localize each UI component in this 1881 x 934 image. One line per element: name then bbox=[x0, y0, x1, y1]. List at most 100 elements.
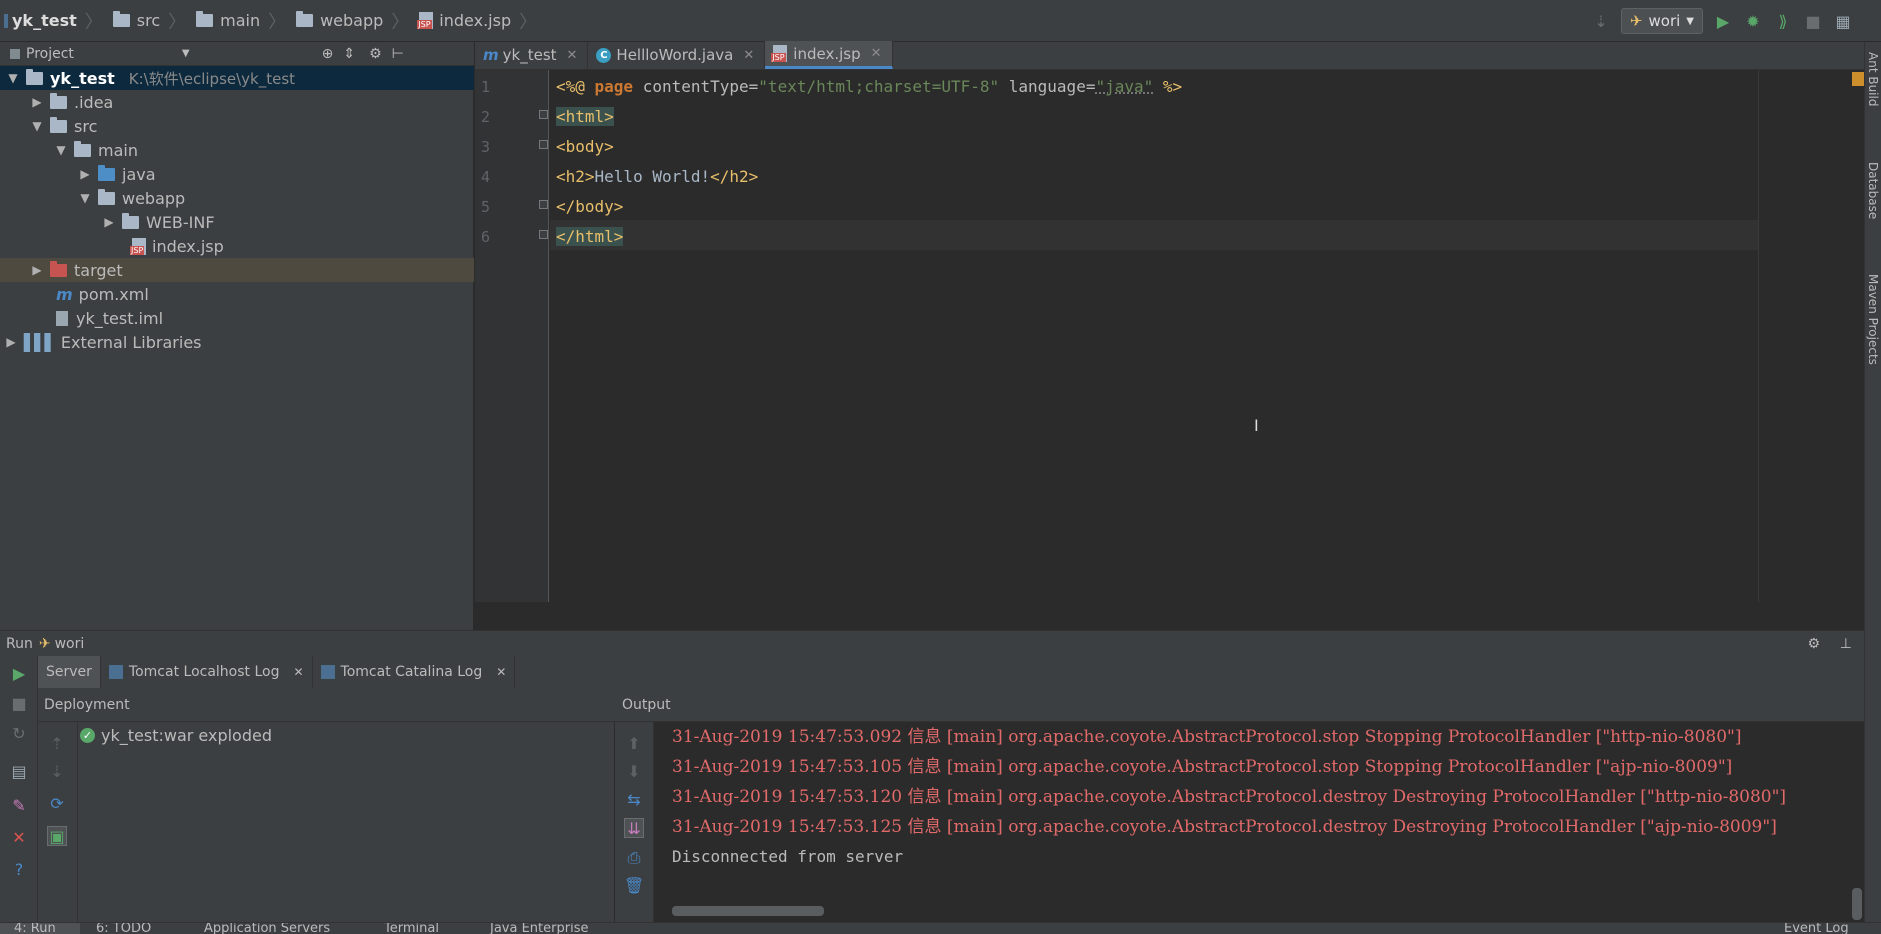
clear-all-icon[interactable]: 🗑 bbox=[624, 876, 644, 896]
tab-tomcat-localhost-log[interactable]: Tomcat Localhost Log ✕ bbox=[101, 656, 313, 688]
horizontal-scrollbar[interactable] bbox=[672, 906, 824, 916]
hide-panel-icon[interactable]: ⊥ bbox=[1840, 636, 1852, 652]
fold-marker-icon[interactable] bbox=[539, 200, 548, 209]
expand-arrow-icon[interactable]: ▶ bbox=[4, 335, 18, 349]
breadcrumb-yk-test[interactable]: yk_test 〉 bbox=[0, 0, 109, 42]
tool-run[interactable]: 4: Run bbox=[0, 923, 80, 934]
collapse-all-icon[interactable]: ⇕ bbox=[343, 46, 355, 62]
tree-item-external-libraries[interactable]: ▶ ▌▌▌ External Libraries bbox=[0, 330, 474, 354]
debug-icon[interactable]: ✹ bbox=[1743, 11, 1763, 31]
tab-index-jsp[interactable]: index.jsp ✕ bbox=[765, 41, 893, 69]
arrow-up-icon[interactable]: ⬆ bbox=[624, 734, 644, 754]
breadcrumb-src[interactable]: src 〉 bbox=[109, 0, 192, 42]
expand-arrow-icon[interactable]: ▼ bbox=[54, 143, 68, 157]
pin-icon[interactable]: ✎ bbox=[9, 796, 29, 816]
tree-item-webapp[interactable]: ▼ webapp bbox=[0, 186, 474, 210]
refresh-icon[interactable]: ⟳ bbox=[47, 794, 67, 814]
print-icon[interactable]: ⎙ bbox=[624, 848, 644, 868]
gear-icon[interactable]: ⚙ bbox=[369, 46, 382, 62]
code-line-5: </body> bbox=[556, 192, 623, 222]
breadcrumb-webapp[interactable]: webapp 〉 bbox=[292, 0, 415, 42]
tab-tomcat-catalina-log[interactable]: Tomcat Catalina Log ✕ bbox=[313, 656, 516, 688]
tool-ant-build[interactable]: Ant Build bbox=[1866, 52, 1880, 106]
scroll-to-end-icon[interactable]: ⇊ bbox=[624, 818, 644, 838]
deployment-toolbar: ⇡ ⇣ ⟳ ▣ bbox=[38, 722, 78, 922]
fold-marker-icon[interactable] bbox=[539, 140, 548, 149]
fold-marker-icon[interactable] bbox=[539, 110, 548, 119]
tree-item-yk-test[interactable]: ▼ yk_test K:\软件\eclipse\yk_test bbox=[0, 66, 474, 90]
tree-item-main[interactable]: ▼ main bbox=[0, 138, 474, 162]
module-icon bbox=[4, 13, 8, 28]
tool-database[interactable]: Database bbox=[1866, 162, 1880, 219]
line-number: 2 bbox=[481, 108, 491, 126]
attr-value: "java" bbox=[1095, 77, 1154, 96]
expand-arrow-icon[interactable]: ▶ bbox=[30, 263, 44, 277]
expand-arrow-icon[interactable]: ▶ bbox=[102, 215, 116, 229]
undeploy-icon[interactable]: ⇣ bbox=[47, 762, 67, 782]
locate-icon[interactable]: ⊕ bbox=[322, 46, 334, 62]
tree-item-index-jsp[interactable]: index.jsp bbox=[0, 234, 474, 258]
breadcrumb-main[interactable]: main 〉 bbox=[192, 0, 292, 42]
breadcrumb-index-jsp[interactable]: index.jsp 〉 bbox=[415, 0, 543, 42]
close-icon[interactable]: ✕ bbox=[496, 665, 506, 679]
code-line-6: </html> bbox=[556, 222, 624, 252]
tool-maven-projects[interactable]: Maven Projects bbox=[1866, 274, 1880, 365]
run-with-coverage-icon[interactable]: ⟫ bbox=[1773, 11, 1793, 31]
rerun-icon[interactable]: ▶ bbox=[9, 664, 29, 684]
hide-panel-icon[interactable]: ⊢ bbox=[392, 46, 404, 62]
help-icon[interactable]: ? bbox=[9, 860, 29, 880]
deployment-item[interactable]: ✓ yk_test:war exploded bbox=[80, 726, 272, 745]
expand-arrow-icon[interactable]: ▶ bbox=[78, 167, 92, 181]
tree-item-src[interactable]: ▼ src bbox=[0, 114, 474, 138]
fold-marker-icon[interactable] bbox=[539, 230, 548, 239]
show-artifacts-icon[interactable]: ▣ bbox=[47, 826, 67, 846]
close-icon[interactable]: ✕ bbox=[567, 48, 578, 63]
log-line: 31-Aug-2019 15:47:53.092 信息 [main] org.a… bbox=[672, 727, 1742, 747]
update-icon[interactable]: ↻ bbox=[9, 724, 29, 744]
close-icon[interactable]: ✕ bbox=[9, 828, 29, 848]
tree-item-yk-test-iml[interactable]: yk_test.iml bbox=[0, 306, 474, 330]
run-configuration-select[interactable]: ✈ wori ▼ bbox=[1620, 8, 1703, 34]
expand-arrow-icon[interactable]: ▼ bbox=[6, 71, 20, 85]
gear-icon[interactable]: ⚙ bbox=[1807, 636, 1820, 652]
build-icon[interactable]: ⇣ bbox=[1591, 11, 1611, 31]
code-editor[interactable]: <%@ page contentType="text/html;charset=… bbox=[550, 70, 1864, 602]
tool-application-servers[interactable]: Application Servers bbox=[204, 923, 330, 934]
deploy-icon[interactable]: ⇡ bbox=[47, 734, 67, 754]
layout-icon[interactable]: ▤ bbox=[9, 762, 29, 782]
tab-yk-test[interactable]: m yk_test ✕ bbox=[475, 41, 589, 69]
vertical-scrollbar[interactable] bbox=[1852, 888, 1862, 920]
project-structure-icon[interactable]: ▦ bbox=[1833, 11, 1853, 31]
close-icon[interactable]: ✕ bbox=[871, 46, 882, 61]
tree-item-idea[interactable]: ▶ .idea bbox=[0, 90, 474, 114]
console-output[interactable]: 31-Aug-2019 15:47:53.092 信息 [main] org.a… bbox=[654, 722, 1864, 922]
arrow-down-icon[interactable]: ⬇ bbox=[624, 762, 644, 782]
stop-icon[interactable]: ■ bbox=[9, 694, 29, 714]
warning-marker-icon[interactable] bbox=[1852, 72, 1864, 86]
expand-arrow-icon[interactable]: ▼ bbox=[78, 191, 92, 205]
tool-event-log[interactable]: Event Log bbox=[1784, 923, 1849, 934]
tab-label: yk_test bbox=[502, 46, 557, 64]
chevron-down-icon[interactable]: ▼ bbox=[182, 48, 190, 59]
chevron-right-icon: 〉 bbox=[391, 11, 410, 33]
tree-item-web-inf[interactable]: ▶ WEB-INF bbox=[0, 210, 474, 234]
stop-icon[interactable]: ■ bbox=[1803, 11, 1823, 31]
run-icon[interactable]: ▶ bbox=[1713, 11, 1733, 31]
tool-terminal[interactable]: Terminal bbox=[384, 923, 439, 934]
main-toolbar: ⇣ ✈ wori ▼ ▶ ✹ ⟫ ■ ▦ bbox=[1591, 0, 1881, 42]
tab-helllo-word-java[interactable]: C HellloWord.java ✕ bbox=[588, 41, 766, 69]
tree-item-pom-xml[interactable]: m pom.xml bbox=[0, 282, 474, 306]
close-icon[interactable]: ✕ bbox=[743, 48, 754, 63]
tool-java-enterprise[interactable]: Java Enterprise bbox=[490, 923, 588, 934]
expand-arrow-icon[interactable]: ▼ bbox=[30, 119, 44, 133]
project-view-select[interactable]: Project bbox=[26, 46, 74, 62]
tree-item-java[interactable]: ▶ java bbox=[0, 162, 474, 186]
tab-server[interactable]: Server bbox=[38, 656, 101, 688]
tab-label: Tomcat Catalina Log bbox=[340, 664, 483, 680]
close-icon[interactable]: ✕ bbox=[293, 665, 303, 679]
folder-icon bbox=[98, 188, 115, 205]
expand-arrow-icon[interactable]: ▶ bbox=[30, 95, 44, 109]
tool-todo[interactable]: 6: TODO bbox=[96, 923, 151, 934]
soft-wrap-icon[interactable]: ⇆ bbox=[624, 790, 644, 810]
tree-item-target[interactable]: ▶ target bbox=[0, 258, 474, 282]
